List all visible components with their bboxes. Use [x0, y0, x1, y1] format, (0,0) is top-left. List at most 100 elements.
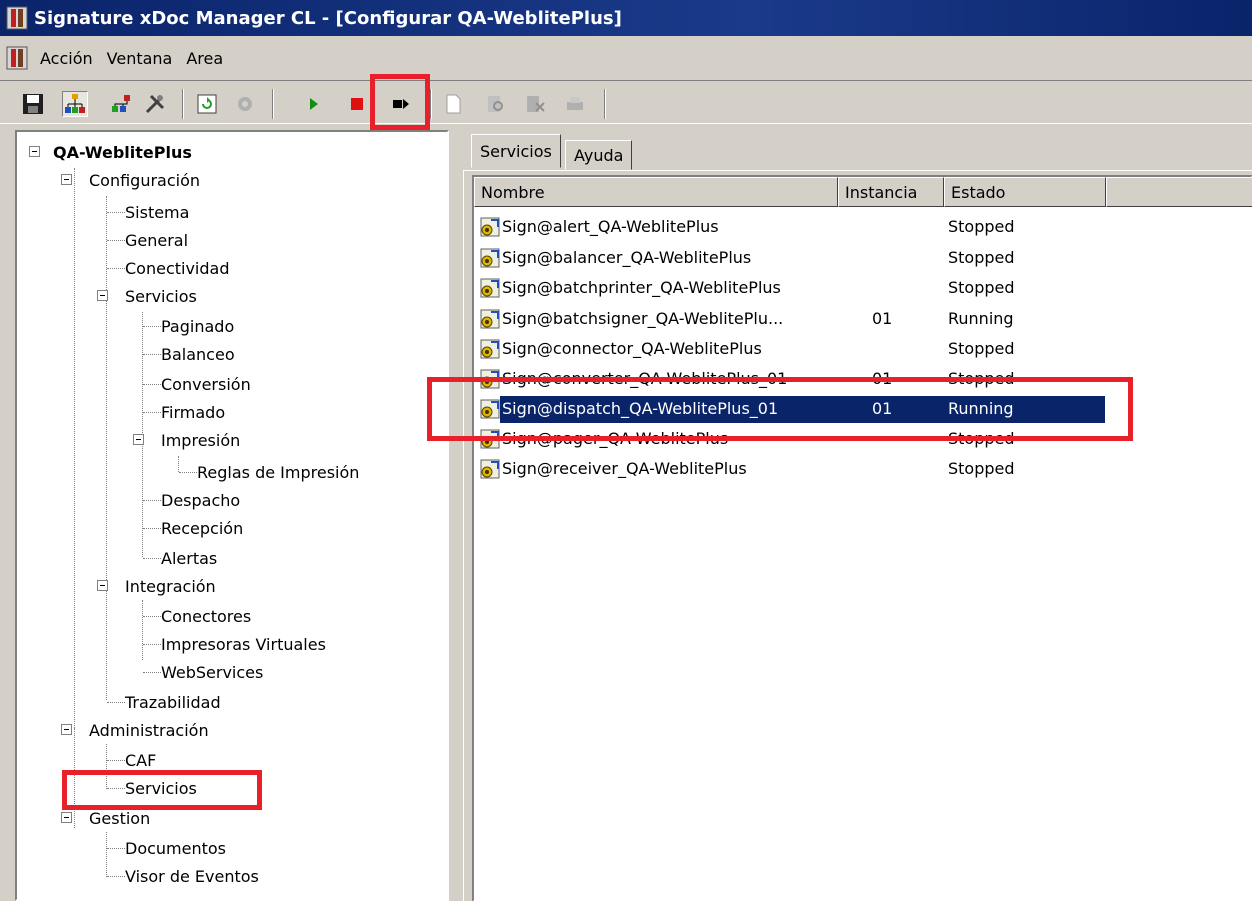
expander-impresion[interactable] [133, 434, 144, 445]
service-state: Stopped [948, 278, 1015, 297]
refresh-icon[interactable] [194, 91, 220, 117]
table-row[interactable]: Sign@pager_QA-WeblitePlus Stopped [474, 425, 1174, 453]
menu-ventana[interactable]: Ventana [107, 49, 173, 68]
tree-label: Conectividad [125, 258, 230, 278]
service-state: Stopped [948, 459, 1015, 478]
service-gear-icon [480, 429, 500, 449]
tree-item-reglas-impresion[interactable]: Reglas de Impresión [197, 458, 359, 486]
column-header-instancia[interactable]: Instancia [838, 177, 944, 207]
service-gear-icon [480, 278, 500, 298]
tree-item-visor-eventos[interactable]: Visor de Eventos [125, 862, 259, 890]
tree-item-balanceo[interactable]: Balanceo [161, 340, 235, 368]
table-row[interactable]: Sign@converter_QA-WeblitePlus_01 01 Stoppe… [474, 365, 1174, 393]
tree-label: Documentos [125, 838, 227, 858]
tree-label: Firmado [161, 402, 226, 422]
stop-next-icon[interactable] [388, 91, 414, 117]
tree-label: Configuración [89, 170, 201, 190]
table-row[interactable]: Sign@alert_QA-WeblitePlus Stopped [474, 213, 1174, 241]
column-header-estado[interactable]: Estado [944, 177, 1106, 207]
tree-item-gestion[interactable]: Gestion [89, 804, 150, 832]
service-gear-icon [480, 309, 500, 329]
service-state: Stopped [948, 217, 1015, 236]
save-icon[interactable] [20, 91, 46, 117]
tree-item-recepcion[interactable]: Recepción [161, 514, 243, 542]
system-menu-icon[interactable] [6, 46, 28, 70]
table-row[interactable]: Sign@batchprinter_QA-WeblitePlus Stopped [474, 274, 1174, 302]
service-state: Stopped [948, 429, 1015, 448]
tree-label: Recepción [161, 518, 244, 538]
expander-configuracion[interactable] [61, 174, 72, 185]
tree-label: Servicios [125, 778, 197, 798]
config-tree-icon[interactable] [62, 91, 88, 117]
tree-label: Conectores [161, 606, 252, 626]
tree-item-alertas[interactable]: Alertas [161, 544, 217, 572]
expander-gestion[interactable] [61, 812, 72, 823]
expander-servicios[interactable] [97, 290, 108, 301]
toolbar-separator [604, 89, 606, 119]
table-row[interactable]: Sign@batchsigner_QA-WeblitePlu... 01 Runni… [474, 305, 1174, 333]
play-icon[interactable] [300, 91, 326, 117]
tools-icon[interactable] [142, 91, 168, 117]
tree-item-webservices[interactable]: WebServices [161, 658, 263, 686]
tree-item-conectores[interactable]: Conectores [161, 602, 251, 630]
tree-label: Impresión [161, 430, 241, 450]
tree-item-caf[interactable]: CAF [125, 746, 156, 774]
tree-item-firmado[interactable]: Firmado [161, 398, 225, 426]
stop-icon[interactable] [344, 91, 370, 117]
service-instance: 01 [872, 309, 893, 328]
menu-area[interactable]: Area [186, 49, 223, 68]
service-gear-icon [480, 369, 500, 389]
network-icon[interactable] [108, 91, 134, 117]
expander-administracion[interactable] [61, 724, 72, 735]
service-name: Sign@pager_QA-WeblitePlus [502, 429, 729, 448]
tree-item-configuracion[interactable]: Configuración [89, 166, 200, 194]
service-gear-icon [480, 248, 500, 268]
tree-item-sistema[interactable]: Sistema [125, 198, 189, 226]
menu-accion[interactable]: Acción [40, 49, 93, 68]
tree-item-documentos[interactable]: Documentos [125, 834, 226, 862]
table-row[interactable]: Sign@dispatch_QA-WeblitePlus_01 01 Running [474, 395, 1174, 423]
tree-label: CAF [125, 750, 157, 770]
tree-label: Balanceo [161, 344, 235, 364]
tab-ayuda[interactable]: Ayuda [565, 140, 633, 170]
app-icon [6, 6, 28, 30]
column-header-nombre[interactable]: Nombre [474, 177, 838, 207]
tree-item-servicios[interactable]: Servicios [125, 282, 197, 310]
tab-label: Ayuda [574, 145, 624, 165]
tree-item-integracion[interactable]: Integración [125, 572, 216, 600]
table-row[interactable]: Sign@connector_QA-WeblitePlus Stopped [474, 335, 1174, 363]
tree-label: Alertas [161, 548, 218, 568]
service-name: Sign@dispatch_QA-WeblitePlus_01 [502, 399, 779, 418]
tree-item-general[interactable]: General [125, 226, 188, 254]
tree-item-despacho[interactable]: Despacho [161, 486, 240, 514]
service-state: Stopped [948, 248, 1015, 267]
table-row[interactable]: Sign@receiver_QA-WeblitePlus Stopped [474, 455, 1174, 483]
service-name: Sign@connector_QA-WeblitePlus [502, 339, 762, 358]
doc-search-icon [482, 91, 508, 117]
service-name: Sign@balancer_QA-WeblitePlus [502, 248, 752, 267]
tree-item-impresion[interactable]: Impresión [161, 426, 240, 454]
service-name: Sign@batchsigner_QA-WeblitePlu... [502, 309, 784, 328]
pane-splitter[interactable] [449, 130, 463, 901]
table-row[interactable]: Sign@balancer_QA-WeblitePlus Stopped [474, 244, 1174, 272]
service-gear-icon [480, 217, 500, 237]
tab-label: Servicios [480, 141, 552, 161]
tree-item-impresoras-virtuales[interactable]: Impresoras Virtuales [161, 630, 326, 658]
tab-servicios[interactable]: Servicios [471, 134, 561, 168]
tree-item-conectividad[interactable]: Conectividad [125, 254, 230, 282]
toolbar-separator [182, 89, 184, 119]
expander-integracion[interactable] [97, 580, 108, 591]
tree-item-administracion[interactable]: Administración [89, 716, 209, 744]
navigation-tree: QA-WeblitePlus Configuración Sistema Gen… [15, 130, 449, 901]
expander-root[interactable] [29, 146, 40, 157]
service-instance: 01 [872, 399, 893, 418]
service-name: Sign@receiver_QA-WeblitePlus [502, 459, 747, 478]
toolbar-separator [430, 89, 432, 119]
tree-root[interactable]: QA-WeblitePlus [53, 138, 192, 166]
tree-item-trazabilidad[interactable]: Trazabilidad [125, 688, 221, 716]
tree-label: Gestion [89, 808, 151, 828]
tree-label: Paginado [161, 316, 235, 336]
tree-item-admin-servicios[interactable]: Servicios [125, 774, 197, 802]
tree-item-paginado[interactable]: Paginado [161, 312, 234, 340]
tree-item-conversion[interactable]: Conversión [161, 370, 251, 398]
